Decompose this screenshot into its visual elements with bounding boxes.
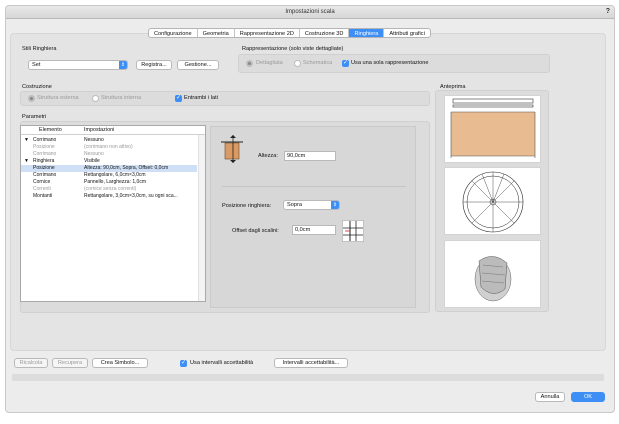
tab-configurazione[interactable]: Configurazione — [149, 29, 198, 37]
disclosure-triangle-icon[interactable]: ▼ — [24, 158, 29, 165]
crea-simbolo-button[interactable]: Crea Simbolo... — [92, 358, 148, 368]
entrambi-checkbox[interactable]: ✓ — [175, 95, 182, 102]
offset-input[interactable]: 0,0cm — [292, 225, 336, 235]
ok-button[interactable]: OK — [571, 392, 605, 402]
railing-height-icon — [221, 135, 243, 163]
tree-row-value: Rettangolare, 3,0cm×3,0cm, su ogni sca..… — [84, 193, 178, 199]
window-title: Impostazioni scala — [285, 9, 335, 15]
costruzione-heading: Costruzione — [22, 84, 52, 90]
posizione-select[interactable]: Sopra ⇕ — [283, 200, 340, 210]
tree-row-value: Altezza: 90,0cm, Sopra, Offset: 0,0cm — [84, 165, 169, 171]
tree-row-value: Nessuno — [84, 137, 104, 143]
tab-rappresentazione-2d[interactable]: Rappresentazione 2D — [235, 29, 300, 37]
parametri-heading: Parametri — [22, 114, 47, 120]
tab-costruzione-3d[interactable]: Costruzione 3D — [300, 29, 350, 37]
tree-row-value: (corrimano non attivo) — [84, 144, 133, 150]
usa-una-label: Usa una sola rappresentazione — [351, 60, 429, 66]
entrambi-label: Entrambi i lati — [184, 95, 218, 101]
interna-label: Struttura interna — [101, 95, 142, 101]
col-impostazioni[interactable]: Impostazioni — [84, 127, 114, 133]
tree-row[interactable]: ▼ Corrimano Nessuno — [21, 137, 197, 144]
chevron-updown-icon: ⇕ — [119, 61, 127, 69]
tree-row-element: Posizione — [33, 165, 55, 171]
tree-row[interactable]: ▼ Ringhiera Visibile — [21, 158, 197, 165]
tree-header: Elemento Impostazioni — [21, 126, 205, 135]
tab-bar: Configurazione Geometria Rappresentazion… — [148, 28, 431, 38]
tree-row-value: Pannello, Larghezza: 1,0cm — [84, 179, 146, 185]
tree-scrollbar[interactable] — [198, 135, 205, 301]
interna-radio[interactable] — [92, 95, 99, 102]
gestione-button[interactable]: Gestione... — [177, 60, 219, 70]
tree-row-element: Corrimano — [33, 172, 57, 178]
disclosure-triangle-icon[interactable]: ▼ — [24, 137, 29, 144]
tree-row-value: Rettangolare, 6,0cm×3,0cm — [84, 172, 146, 178]
usa-intervalli-label: Usa intervalli accettabilità — [190, 360, 254, 366]
intervalli-button[interactable]: Intervalli accettabilità... — [274, 358, 348, 368]
help-icon[interactable]: ? — [606, 8, 610, 15]
tree-row-element: Correnti — [33, 186, 51, 192]
tree-row-value: Nessuno — [84, 151, 104, 157]
tree-row[interactable]: Posizione (corrimano non attivo) — [21, 144, 197, 151]
posizione-label: Posizione ringhiera: — [222, 203, 272, 209]
tree-row[interactable]: Montanti Rettangolare, 3,0cm×3,0cm, su og… — [21, 193, 197, 200]
offset-icon — [342, 220, 364, 242]
tab-geometria[interactable]: Geometria — [198, 29, 235, 37]
tree-row-element: Montanti — [33, 193, 53, 199]
chevron-updown-icon: ⇕ — [331, 201, 339, 209]
stili-value: Set — [32, 62, 41, 68]
usa-intervalli-checkbox[interactable]: ✓ — [180, 360, 187, 367]
stili-select[interactable]: Set ⇕ — [28, 60, 128, 70]
esterna-radio[interactable] — [28, 95, 35, 102]
rappresentazione-heading: Rappresentazione (solo viste dettagliate… — [242, 46, 344, 52]
tree-row-value: Visibile — [84, 158, 100, 164]
tree-row-element: Corrimano — [33, 151, 57, 157]
tree-row-element: Posizione — [33, 144, 55, 150]
tree-row-element: Ringhiera — [33, 158, 55, 164]
tree-row-value: (cornice senza correnti) — [84, 186, 137, 192]
ricalcola-button[interactable]: Ricalcola — [14, 358, 48, 368]
dettagliata-radio[interactable] — [246, 60, 253, 67]
registra-button[interactable]: Registra... — [136, 60, 172, 70]
tab-attributi-grafici[interactable]: Attributi grafici — [384, 29, 429, 37]
tree-row[interactable]: Cornice Pannello, Larghezza: 1,0cm — [21, 179, 197, 186]
schematica-label: Schematica — [303, 60, 333, 66]
preview-plan — [444, 167, 541, 235]
preview-3d — [444, 240, 541, 308]
tree-row[interactable]: Posizione Altezza: 90,0cm, Sopra, Offset:… — [21, 165, 197, 172]
tree-row[interactable]: Correnti (cornice senza correnti) — [21, 186, 197, 193]
divider — [222, 186, 406, 187]
preview-elevation — [444, 95, 541, 163]
tab-ringhiera[interactable]: Ringhiera — [349, 29, 385, 37]
title-bar: Impostazioni scala ? — [6, 6, 614, 19]
altezza-input[interactable]: 90,0cm — [284, 151, 336, 161]
stili-heading: Stili Ringhiera — [22, 46, 57, 52]
schematica-radio[interactable] — [294, 60, 301, 67]
col-elemento[interactable]: Elemento — [39, 127, 62, 133]
costruzione-group — [20, 91, 430, 106]
status-bar — [12, 374, 604, 381]
parametri-tree[interactable]: Elemento Impostazioni ▼ Corrimano Nessuno P… — [20, 125, 206, 302]
dettagliata-label: Dettagliata — [256, 60, 283, 66]
tree-row[interactable]: Corrimano Rettangolare, 6,0cm×3,0cm — [21, 172, 197, 179]
tree-row-element: Corrimano — [33, 137, 57, 143]
esterna-label: Struttura esterna — [37, 95, 79, 101]
altezza-label: Altezza: — [258, 153, 278, 159]
posizione-value: Sopra — [287, 202, 302, 208]
usa-una-checkbox[interactable]: ✓ — [342, 60, 349, 67]
tree-row[interactable]: Corrimano Nessuno — [21, 151, 197, 158]
offset-label: Offset dagli scalini: — [232, 228, 279, 234]
recupera-button[interactable]: Recupera — [52, 358, 88, 368]
annulla-button[interactable]: Annulla — [535, 392, 565, 402]
tree-row-element: Cornice — [33, 179, 51, 185]
